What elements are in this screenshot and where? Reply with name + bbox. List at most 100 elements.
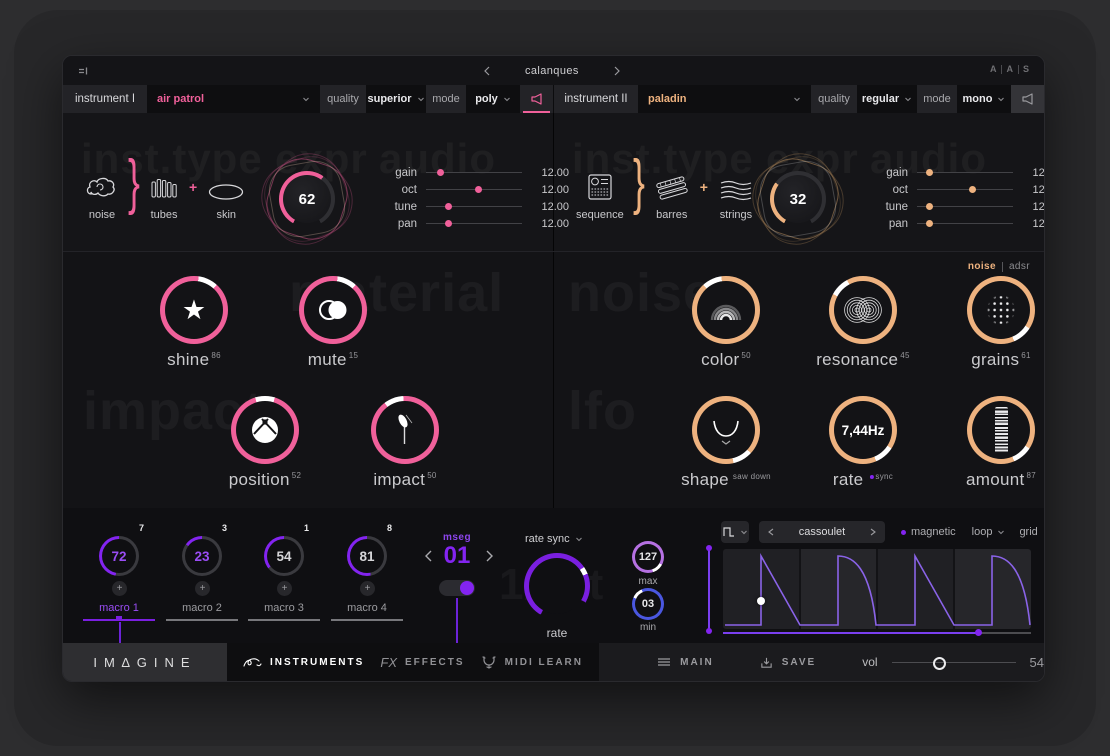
macro-4-assign-button[interactable]: + [360, 581, 375, 596]
pan-slider[interactable] [917, 220, 1013, 227]
tab-noise[interactable]: noise [968, 261, 996, 272]
env-slider-handle[interactable] [975, 629, 982, 636]
max-value: 127 [638, 551, 658, 563]
macro-2-underline [166, 619, 238, 621]
instrument-1-preset-select[interactable]: air patrol [147, 85, 320, 113]
slider-value: 12.00 [1032, 200, 1045, 213]
shine-knob[interactable]: ★ shine 86 [160, 276, 228, 369]
color-knob[interactable]: color 50 [692, 276, 760, 369]
type-tubes[interactable]: tubes [149, 175, 179, 221]
magnetic-toggle[interactable]: magnetic [901, 526, 956, 538]
env-preset-select[interactable]: cassoulet [759, 521, 885, 543]
type-noise[interactable]: noise [85, 174, 119, 221]
shape-knob[interactable]: shape saw down [681, 396, 771, 489]
next-preset-icon[interactable] [613, 66, 621, 76]
max-knob[interactable]: 127 [632, 541, 664, 573]
grid-select[interactable]: grid [1019, 526, 1044, 538]
max-label: max [638, 576, 658, 587]
env-shape-menu[interactable] [721, 521, 749, 543]
min-knob[interactable]: 03 [632, 588, 664, 620]
midi-cable-icon [482, 656, 496, 669]
mallet-icon [376, 401, 434, 459]
rate-sync-select[interactable]: rate sync [525, 533, 583, 545]
mseg-next-icon[interactable] [485, 550, 494, 562]
oct-slider[interactable] [426, 186, 522, 193]
instrument-1-quality-select[interactable]: superior [366, 85, 426, 113]
loop-select[interactable]: loop [972, 526, 1006, 538]
prev-preset-icon[interactable] [483, 66, 491, 76]
panel-toggle-icon[interactable] [77, 65, 89, 77]
pan-slider[interactable] [426, 220, 522, 227]
envelope-node-handle[interactable] [757, 597, 765, 605]
prev-icon[interactable] [768, 528, 774, 536]
main-tabs: instruments fx effects midi learn [226, 643, 600, 681]
next-icon[interactable] [870, 528, 876, 536]
slider-value: 12.00 [1032, 217, 1045, 230]
macro-2-knob[interactable]: 23 3 [182, 523, 227, 576]
instrument-1-mode-select[interactable]: poly [466, 85, 520, 113]
type-barres[interactable]: barres [654, 175, 690, 221]
slider-label: tune [885, 200, 908, 213]
vol-slider-thumb[interactable] [932, 656, 946, 670]
knob-label: color 50 [701, 350, 751, 369]
tab-adsr[interactable]: adsr [1009, 261, 1030, 272]
instrument-2-quality-select[interactable]: regular [857, 85, 917, 113]
instruments-doodle-icon [243, 657, 262, 667]
instrument-2-mode-select[interactable]: mono [957, 85, 1011, 113]
watermark-lfo: lfo [568, 380, 637, 442]
macro-3-knob[interactable]: 54 1 [264, 523, 309, 576]
tune-slider[interactable] [426, 203, 522, 210]
lfo-rate-knob[interactable]: 7,44Hz rate sync [829, 396, 897, 489]
save-button[interactable]: save [760, 656, 817, 669]
instrument-1-type-selector: noise } tubes + skin [85, 151, 245, 221]
macro-4-knob[interactable]: 81 8 [347, 523, 392, 576]
macro-4-label[interactable]: macro 4 [325, 602, 409, 614]
skin-icon [209, 184, 244, 200]
main-menu-button[interactable]: main [657, 657, 714, 668]
envelope-editor[interactable] [723, 549, 1031, 629]
env-horizontal-slider[interactable] [723, 632, 979, 634]
volume-control: vol 54 [862, 655, 1044, 670]
macro-2-label[interactable]: macro 2 [160, 602, 244, 614]
slider-label: tune [394, 200, 417, 213]
tab-midi-learn[interactable]: midi learn [481, 655, 583, 669]
env-vertical-range-slider[interactable] [706, 545, 712, 634]
macro-1-label[interactable]: macro 1 [77, 602, 161, 614]
instrument-2-header: instrument II paladin quality regular mo… [554, 85, 1044, 113]
oct-slider[interactable] [917, 186, 1013, 193]
instrument-1-audition-speaker-icon[interactable] [520, 85, 553, 113]
gain-slider[interactable] [917, 169, 1013, 176]
instrument-1-header: instrument I air patrol quality superior… [63, 85, 553, 113]
macro-badge: 1 [303, 523, 309, 533]
grains-knob[interactable]: grains 61 [967, 276, 1035, 369]
instrument-2-audition-speaker-icon[interactable] [1011, 85, 1044, 113]
plugin-window: calanques AAS instrument I air patrol qu… [62, 55, 1045, 682]
gain-slider[interactable] [426, 169, 522, 176]
tab-effects[interactable]: fx effects [380, 655, 464, 670]
tune-slider[interactable] [917, 203, 1013, 210]
macro-1-assign-button[interactable]: + [112, 581, 127, 596]
macro-3-assign-button[interactable]: + [277, 581, 292, 596]
instrument-2-expr-knob[interactable]: 32 [743, 144, 853, 254]
macro-badge: 8 [386, 523, 392, 533]
mod-routing-line [456, 598, 458, 645]
macro-1-knob[interactable]: 72 7 [99, 523, 144, 576]
instrument-2-title: instrument II [554, 85, 638, 113]
instrument-body-row: inst.type expr audio noise } tubes + ski… [63, 113, 1044, 251]
instrument-1-expr-knob[interactable]: 62 [252, 144, 362, 254]
instrument-2-preset-select[interactable]: paladin [638, 85, 811, 113]
resonance-knob[interactable]: resonance 45 [816, 276, 910, 369]
position-knob[interactable]: position 52 [229, 396, 301, 489]
vol-slider[interactable] [891, 656, 1016, 670]
mod-rate-knob[interactable] [524, 553, 590, 619]
type-skin[interactable]: skin [207, 182, 245, 221]
macro-2-assign-button[interactable]: + [195, 581, 210, 596]
mseg-enable-toggle[interactable] [439, 580, 475, 596]
global-preset-name[interactable]: calanques [525, 65, 579, 77]
tab-instruments[interactable]: instruments [243, 656, 364, 669]
impact-knob[interactable]: impact 50 [371, 396, 439, 489]
macro-3-label[interactable]: macro 3 [242, 602, 326, 614]
lfo-amount-knob[interactable]: amount 87 [966, 396, 1036, 489]
mute-knob[interactable]: mute 15 [299, 276, 367, 369]
type-sequence[interactable]: sequence [576, 172, 624, 221]
